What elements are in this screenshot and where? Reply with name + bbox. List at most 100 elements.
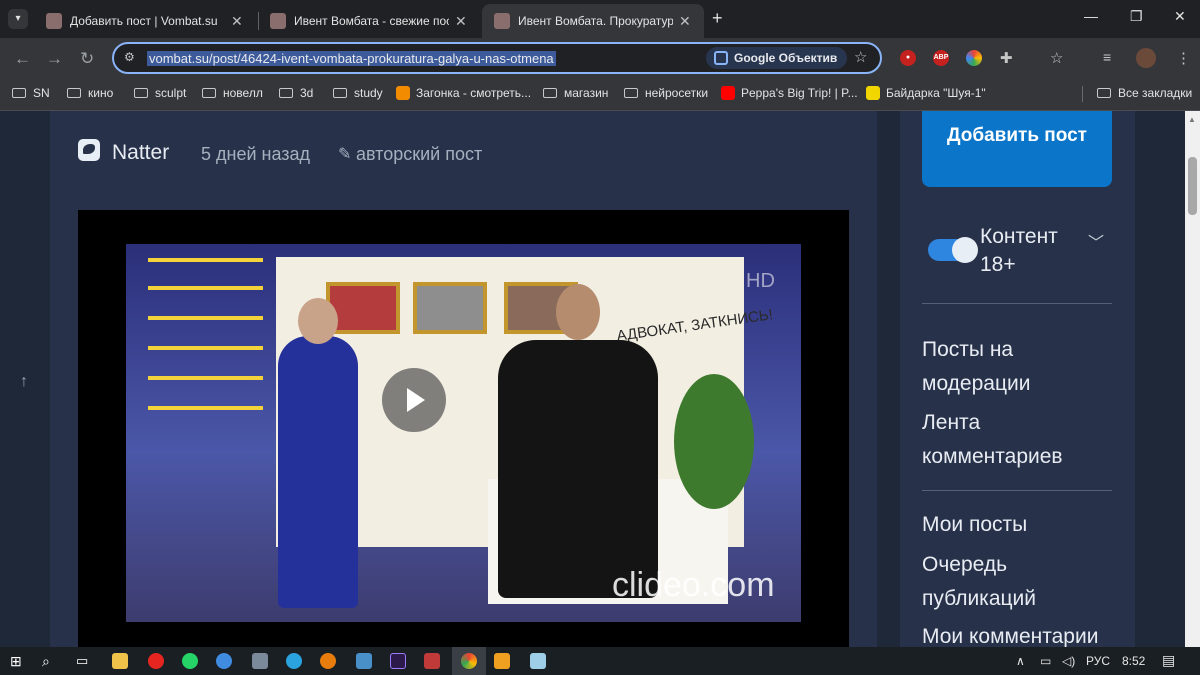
vombat-favicon-icon: [270, 13, 286, 29]
chrome-icon: [461, 653, 477, 669]
media-control-icon[interactable]: ≡: [1103, 49, 1111, 65]
bookmark-sculpt[interactable]: sculpt: [134, 86, 186, 100]
close-window-icon[interactable]: ✕: [1174, 8, 1186, 25]
tab-3-active[interactable]: Ивент Вомбата. Прокуратура... ✕: [482, 4, 704, 38]
notifications-icon[interactable]: ▤: [1162, 652, 1175, 669]
folder-icon: [12, 88, 26, 98]
minimize-icon[interactable]: —: [1084, 8, 1098, 24]
chrome-taskbar-active[interactable]: [452, 647, 486, 675]
tab-1[interactable]: Добавить пост | Vombat.su ✕: [34, 4, 254, 38]
bookmarks-list-icon[interactable]: ☆: [1050, 49, 1063, 67]
extensions-puzzle-icon[interactable]: ✚: [1000, 49, 1013, 67]
reload-icon[interactable]: ↻: [80, 49, 94, 69]
actor-man: [498, 284, 658, 598]
sidebar-link-my-comments[interactable]: Мои комментарии: [922, 620, 1122, 647]
all-bookmarks[interactable]: Все закладки: [1097, 86, 1192, 100]
notepad-icon[interactable]: [530, 653, 546, 669]
volume-icon[interactable]: ◁): [1062, 654, 1075, 668]
bookmark-novell[interactable]: новелл: [202, 86, 263, 100]
scrollbar-thumb[interactable]: [1188, 157, 1197, 215]
video-watermark: clideo.com: [612, 566, 775, 604]
close-tab-icon[interactable]: ✕: [455, 13, 467, 30]
bookmark-study[interactable]: study: [333, 86, 383, 100]
blender-icon[interactable]: [320, 653, 336, 669]
bookmark-3d[interactable]: 3d: [279, 86, 313, 100]
page-scrollbar[interactable]: ▲: [1185, 111, 1200, 647]
video-thumbnail: HD АДВОКАТ, ЗАТКНИСЬ! clideo.com: [126, 244, 801, 622]
author-avatar[interactable]: [78, 139, 100, 161]
browser-app-icon[interactable]: [216, 653, 232, 669]
video-player[interactable]: HD АДВОКАТ, ЗАТКНИСЬ! clideo.com: [78, 210, 849, 647]
bookmark-zagonka[interactable]: Загонка - смотреть...: [396, 86, 531, 100]
post-tag[interactable]: авторский пост: [356, 144, 482, 165]
sidebar-divider: [922, 303, 1112, 304]
bookmark-label: 3d: [300, 86, 314, 100]
file-explorer-icon[interactable]: [112, 653, 128, 669]
star-bookmark-icon[interactable]: ☆: [854, 48, 867, 66]
google-lens-button[interactable]: Google Объектив: [706, 47, 848, 69]
post-card: Natter 5 дней назад ✎ авторский пост HD …: [50, 111, 877, 647]
forward-icon[interactable]: →: [46, 49, 63, 69]
sidebar-link-my-posts[interactable]: Мои посты: [922, 508, 1122, 542]
app-lightning-icon[interactable]: [494, 653, 510, 669]
profile-avatar[interactable]: [1136, 48, 1156, 68]
sidebar-link-comments-feed[interactable]: Лента комментариев: [922, 406, 1122, 474]
zagonka-icon: [396, 86, 410, 100]
url-text[interactable]: vombat.su/post/46424-ivent-vombata-proku…: [147, 51, 556, 66]
network-icon[interactable]: ▭: [1040, 654, 1051, 668]
figma-icon[interactable]: [424, 653, 440, 669]
sidebar-link-moderation[interactable]: Посты на модерации: [922, 333, 1122, 401]
play-button-icon[interactable]: [382, 368, 446, 432]
page-content: ↑ Natter 5 дней назад ✎ авторский пост H…: [0, 111, 1185, 647]
close-tab-icon[interactable]: ✕: [679, 13, 691, 30]
toggle-knob: [952, 237, 978, 263]
telegram-icon[interactable]: [286, 653, 302, 669]
tab-title: Ивент Вомбата. Прокуратура...: [518, 14, 673, 28]
bookmark-label: sculpt: [155, 86, 187, 100]
bookmark-baidarka[interactable]: Байдарка "Шуя-1": [866, 86, 986, 100]
add-post-button[interactable]: Добавить пост: [922, 111, 1112, 187]
tab-2[interactable]: Ивент Вомбата - свежие посты ✕: [258, 4, 480, 38]
content-18-toggle[interactable]: [928, 237, 978, 263]
tab-search-button[interactable]: ▾: [8, 9, 28, 29]
tray-chevron-icon[interactable]: ∧: [1016, 654, 1025, 668]
bookmark-kino[interactable]: кино: [67, 86, 113, 100]
whatsapp-icon[interactable]: [182, 653, 198, 669]
bookmark-sn[interactable]: SN: [12, 86, 50, 100]
task-view-icon[interactable]: ▭: [76, 653, 92, 669]
search-icon[interactable]: ⌕: [42, 653, 58, 669]
new-tab-button[interactable]: +: [712, 8, 723, 29]
calculator-icon[interactable]: [252, 653, 268, 669]
app-icon[interactable]: [356, 653, 372, 669]
site-info-icon[interactable]: ⚙: [124, 50, 135, 64]
bookmark-label: study: [354, 86, 383, 100]
color-extension-icon[interactable]: [966, 50, 982, 66]
bookmark-magazin[interactable]: магазин: [543, 86, 608, 100]
menu-kebab-icon[interactable]: ⋮: [1176, 49, 1191, 67]
chevron-down-icon[interactable]: ﹀: [1088, 229, 1104, 253]
bookmark-neiroset[interactable]: нейросетки: [624, 86, 708, 100]
clock[interactable]: 8:52: [1122, 654, 1145, 668]
author-name[interactable]: Natter: [112, 141, 169, 165]
adblock-icon[interactable]: ABP: [933, 50, 949, 66]
address-bar[interactable]: ⚙ vombat.su/post/46424-ivent-vombata-pro…: [112, 42, 882, 74]
stage-light: [148, 346, 263, 350]
close-tab-icon[interactable]: ✕: [231, 13, 243, 30]
restore-icon[interactable]: ❐: [1130, 8, 1143, 25]
back-icon[interactable]: ←: [14, 49, 31, 69]
sidebar-link-queue[interactable]: Очередь публикаций: [922, 548, 1122, 616]
scroll-up-arrow-icon[interactable]: ▲: [1188, 115, 1196, 124]
actor-woman: [278, 298, 358, 608]
yandex-browser-icon[interactable]: [148, 653, 164, 669]
after-effects-icon[interactable]: [390, 653, 406, 669]
bookmark-label: SN: [33, 86, 50, 100]
windows-start-icon[interactable]: ⊞: [10, 653, 26, 669]
stage-light: [148, 286, 263, 290]
bookmark-peppa[interactable]: Peppa's Big Trip! | P...: [721, 86, 858, 100]
language-indicator[interactable]: РУС: [1086, 654, 1110, 668]
scroll-to-top-icon[interactable]: ↑: [20, 373, 28, 391]
stage-light: [148, 406, 263, 410]
vombat-favicon-icon: [46, 13, 62, 29]
extension-record-icon[interactable]: ●: [900, 50, 916, 66]
bookmark-label: нейросетки: [645, 86, 709, 100]
